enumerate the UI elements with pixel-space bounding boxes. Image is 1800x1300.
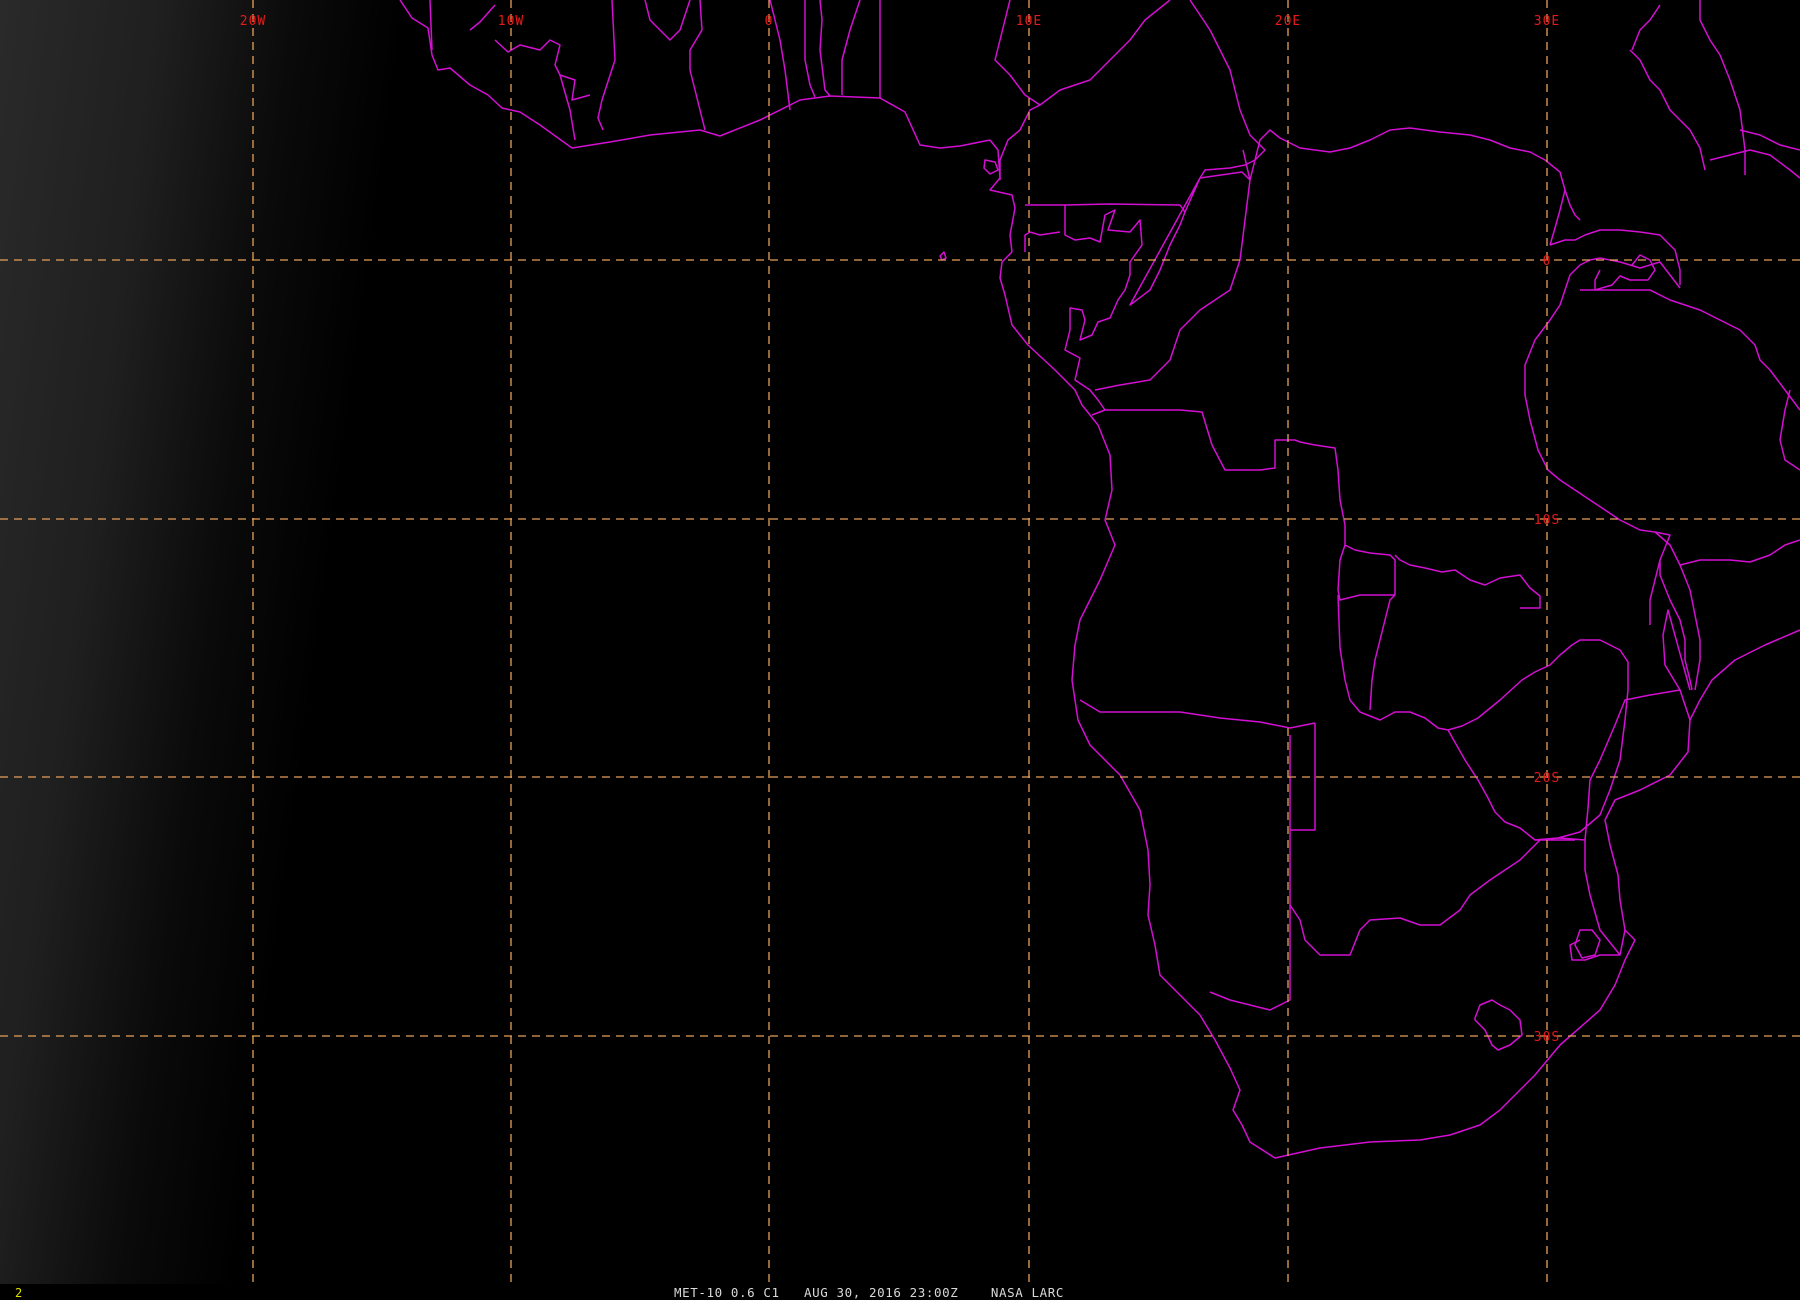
satellite-image: 20W 10W 0 10E 20E 30E 0 10S 20S 30S — [0, 0, 1800, 1284]
parallel-label: 0 — [1543, 254, 1552, 269]
parallel-label: 10S — [1534, 513, 1560, 528]
meridian-label: 10W — [498, 14, 524, 29]
meridian-label: 10E — [1016, 14, 1042, 29]
meridian-label: 20E — [1275, 14, 1301, 29]
meridian-label: 30E — [1534, 14, 1560, 29]
meridian-label: 20W — [240, 14, 266, 29]
satellite-image-viewer[interactable]: 20W 10W 0 10E 20E 30E 0 10S 20S 30S 2 MET-10 0.6 … — [0, 0, 1800, 1300]
frame-number: 2 — [15, 1286, 23, 1300]
meridian-label: 0 — [765, 14, 774, 29]
image-caption: MET-10 0.6 C1 AUG 30, 2016 23:00Z NASA L… — [674, 1285, 1065, 1300]
parallel-label: 20S — [1534, 771, 1560, 786]
parallel-label: 30S — [1534, 1030, 1560, 1045]
